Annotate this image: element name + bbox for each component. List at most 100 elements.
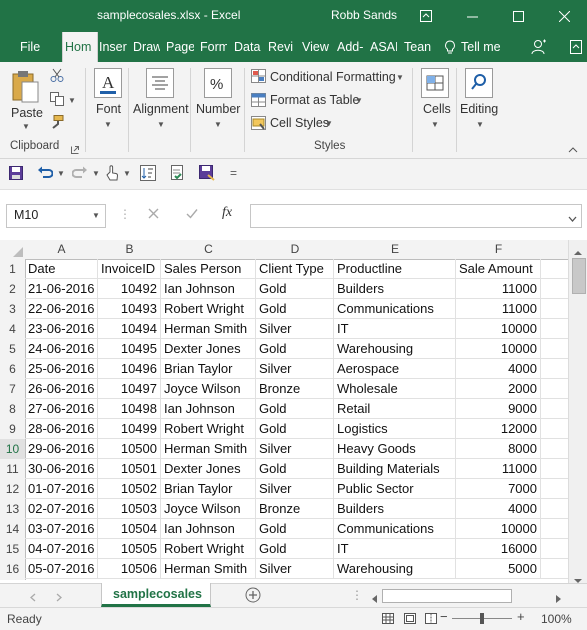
table-cell[interactable]: 28-06-2016 <box>25 419 98 439</box>
row-header[interactable]: 12 <box>0 479 26 500</box>
empty-cell[interactable] <box>541 499 568 519</box>
table-cell[interactable]: 10499 <box>98 419 161 439</box>
table-cell[interactable]: 27-06-2016 <box>25 399 98 419</box>
zoom-in-icon[interactable]: + <box>517 609 525 624</box>
add-sheet-icon[interactable] <box>245 587 261 606</box>
table-cell[interactable]: Communications <box>334 299 456 319</box>
row-header[interactable] <box>0 579 26 580</box>
tab-file[interactable]: File <box>20 32 44 62</box>
table-cell[interactable]: Ian Johnson <box>161 519 256 539</box>
table-cell[interactable]: Robert Wright <box>161 419 256 439</box>
table-cell[interactable]: 10000 <box>456 339 541 359</box>
table-cell[interactable]: 25-06-2016 <box>25 359 98 379</box>
horizontal-scroll-thumb[interactable] <box>382 589 512 603</box>
tab-review[interactable]: Revi <box>268 32 295 62</box>
table-cell[interactable]: IT <box>334 319 456 339</box>
table-cell[interactable]: Silver <box>256 359 334 379</box>
table-cell[interactable]: 10000 <box>456 519 541 539</box>
table-cell[interactable]: 30-06-2016 <box>25 459 98 479</box>
table-cell[interactable]: Bronze <box>256 499 334 519</box>
table-cell[interactable]: Gold <box>256 459 334 479</box>
column-header-e[interactable]: E <box>334 240 457 260</box>
table-cell[interactable]: Brian Taylor <box>161 479 256 499</box>
empty-cell[interactable] <box>541 399 568 419</box>
table-cell[interactable]: 4000 <box>456 499 541 519</box>
touch-mode-icon[interactable] <box>105 165 119 184</box>
table-cell[interactable]: Gold <box>256 279 334 299</box>
table-cell[interactable]: 10506 <box>98 559 161 579</box>
tab-home[interactable]: Hom <box>62 32 98 62</box>
table-cell[interactable]: 03-07-2016 <box>25 519 98 539</box>
table-cell[interactable]: 11000 <box>456 279 541 299</box>
table-cell[interactable]: 4000 <box>456 359 541 379</box>
row-header[interactable]: 10 <box>0 439 26 460</box>
page-break-view-icon[interactable] <box>425 613 437 627</box>
table-cell[interactable]: 10492 <box>98 279 161 299</box>
table-cell[interactable]: 10493 <box>98 299 161 319</box>
vertical-scroll-thumb[interactable] <box>572 258 586 294</box>
table-cell[interactable]: 2000 <box>456 379 541 399</box>
row-header[interactable]: 2 <box>0 279 26 300</box>
zoom-out-icon[interactable]: − <box>440 609 448 624</box>
save-as-icon[interactable] <box>199 165 215 184</box>
number-dropdown-icon[interactable]: ▼ <box>214 120 222 129</box>
header-cell[interactable]: Client Type <box>256 259 334 279</box>
row-header[interactable]: 9 <box>0 419 26 440</box>
tab-data[interactable]: Data <box>234 32 261 62</box>
alignment-button[interactable]: Alignment <box>133 102 189 116</box>
clipboard-launcher-icon[interactable] <box>71 143 79 157</box>
expand-formula-bar-icon[interactable] <box>568 211 577 225</box>
column-header-d[interactable]: D <box>256 240 335 260</box>
table-cell[interactable]: Aerospace <box>334 359 456 379</box>
table-cell[interactable]: 04-07-2016 <box>25 539 98 559</box>
number-button[interactable]: Number <box>196 102 240 116</box>
empty-cell[interactable] <box>541 519 568 539</box>
enter-icon[interactable] <box>186 208 198 222</box>
table-cell[interactable]: Joyce Wilson <box>161 499 256 519</box>
user-name[interactable]: Robb Sands <box>331 8 397 22</box>
empty-cell[interactable] <box>541 339 568 359</box>
header-cell[interactable]: Sales Person <box>161 259 256 279</box>
table-cell[interactable]: Silver <box>256 479 334 499</box>
table-cell[interactable]: Public Sector <box>334 479 456 499</box>
tell-me-search[interactable]: Tell me <box>461 32 511 62</box>
table-cell[interactable]: Herman Smith <box>161 319 256 339</box>
table-cell[interactable]: Logistics <box>334 419 456 439</box>
scroll-left-icon[interactable] <box>372 592 378 606</box>
zoom-level[interactable]: 100% <box>541 612 572 626</box>
alignment-dropdown-icon[interactable]: ▼ <box>157 120 165 129</box>
customize-qat-icon[interactable]: = <box>230 166 237 180</box>
cut-icon[interactable] <box>50 68 64 85</box>
table-cell[interactable]: 10501 <box>98 459 161 479</box>
table-cell[interactable]: Gold <box>256 299 334 319</box>
zoom-slider-thumb[interactable] <box>480 613 484 624</box>
table-cell[interactable]: Wholesale <box>334 379 456 399</box>
collapse-ribbon-icon[interactable] <box>570 40 582 57</box>
column-header-a[interactable]: A <box>25 240 99 260</box>
table-cell[interactable]: 10503 <box>98 499 161 519</box>
cancel-icon[interactable] <box>148 208 159 222</box>
empty-cell[interactable] <box>541 479 568 499</box>
table-cell[interactable]: Bronze <box>256 379 334 399</box>
row-header[interactable]: 11 <box>0 459 26 480</box>
alignment-icon[interactable] <box>146 68 174 101</box>
table-cell[interactable]: 26-06-2016 <box>25 379 98 399</box>
name-box-dropdown-icon[interactable]: ▼ <box>92 211 100 220</box>
undo-dropdown-icon[interactable]: ▼ <box>57 169 65 178</box>
worksheet-grid[interactable]: ABCDEF 1 Date InvoiceID Sales Person Client … <box>0 240 568 580</box>
table-cell[interactable]: Robert Wright <box>161 539 256 559</box>
table-cell[interactable]: Robert Wright <box>161 299 256 319</box>
table-cell[interactable]: Gold <box>256 399 334 419</box>
table-cell[interactable]: 10497 <box>98 379 161 399</box>
table-cell[interactable]: 10502 <box>98 479 161 499</box>
lightbulb-icon[interactable] <box>444 40 456 57</box>
row-header[interactable]: 4 <box>0 319 26 340</box>
spelling-icon[interactable] <box>169 165 185 184</box>
table-cell[interactable]: Building Materials <box>334 459 456 479</box>
table-cell[interactable]: 10495 <box>98 339 161 359</box>
copy-icon[interactable] <box>50 92 64 109</box>
empty-cell[interactable] <box>541 459 568 479</box>
conditional-formatting-icon[interactable] <box>251 69 266 86</box>
table-cell[interactable]: 01-07-2016 <box>25 479 98 499</box>
table-cell[interactable]: 7000 <box>456 479 541 499</box>
